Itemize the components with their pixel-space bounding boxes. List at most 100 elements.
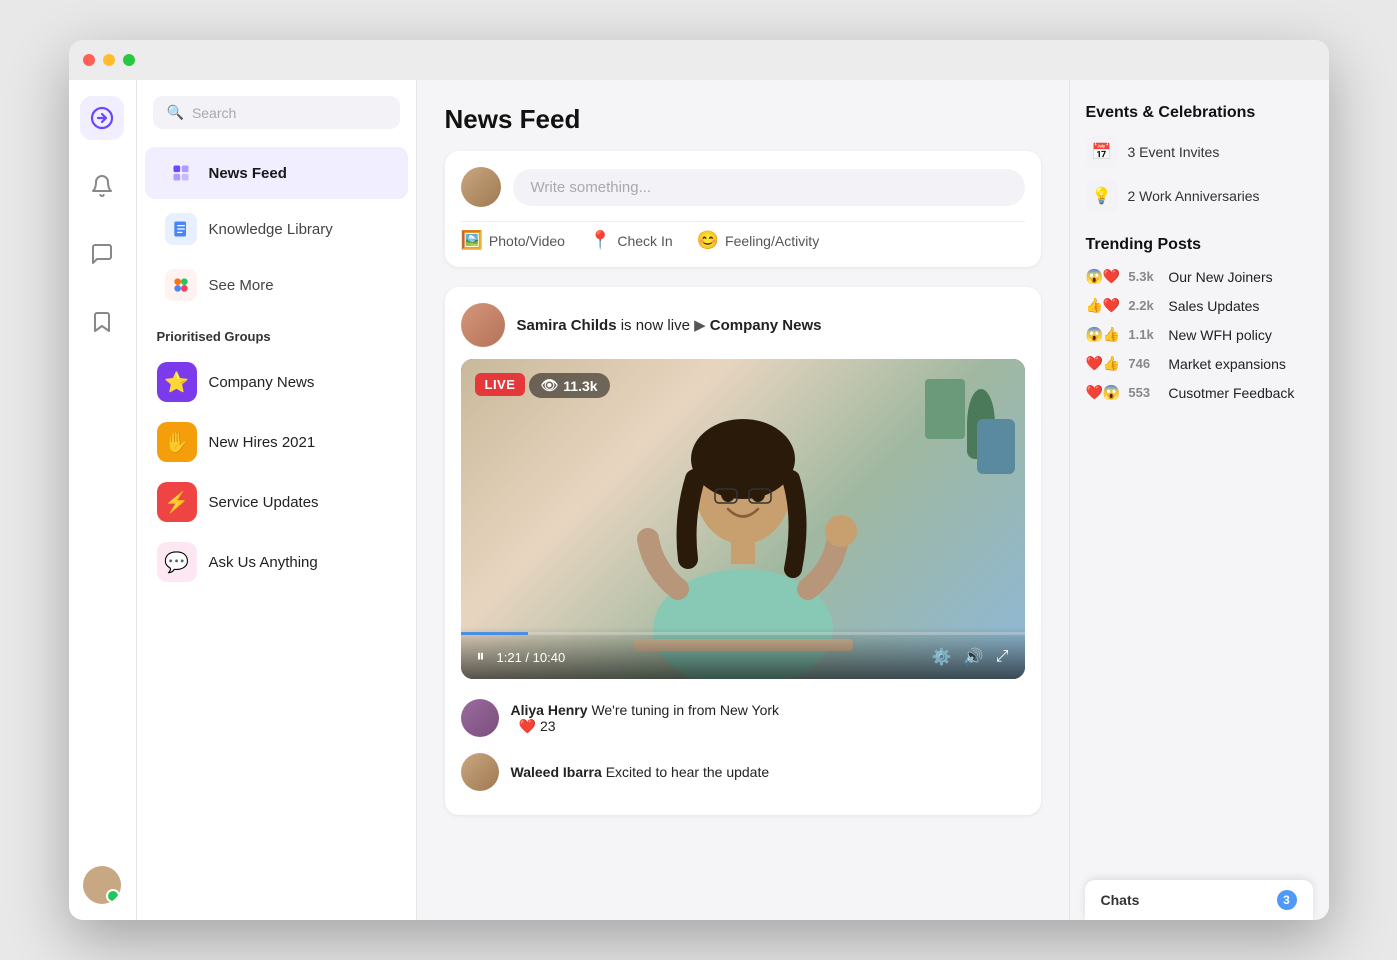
trend-label-2: Sales Updates [1168, 298, 1259, 314]
video-controls: ⏸ 1:21 / 10:40 ⚙️ 🔊 ⤢ [461, 627, 1025, 679]
comment-avatar-aliya [461, 699, 499, 737]
main-content: News Feed Write something... 🖼️ Photo/Vi… [417, 80, 1069, 920]
trending-item-3[interactable]: 😱👍 1.1k New WFH policy [1086, 326, 1313, 343]
groups-section-title: Prioritised Groups [137, 313, 416, 352]
trend-reactions-5: ❤️😱 [1086, 384, 1121, 401]
trending-item-2[interactable]: 👍❤️ 2.2k Sales Updates [1086, 297, 1313, 314]
post-composer: Write something... 🖼️ Photo/Video 📍 Chec… [445, 151, 1041, 267]
knowledge-library-icon [165, 213, 197, 245]
trend-count-1: 5.3k [1128, 269, 1160, 284]
work-anniversaries-label: 2 Work Anniversaries [1128, 188, 1260, 204]
ask-us-icon: 💬 [157, 542, 197, 582]
trend-label-3: New WFH policy [1168, 327, 1271, 343]
post-header: Samira Childs is now live ▶ Company News [461, 303, 1025, 347]
trending-section-title: Trending Posts [1086, 236, 1313, 254]
check-in-action[interactable]: 📍 Check In [589, 230, 673, 251]
see-more-label: See More [209, 277, 274, 294]
feed-area: Write something... 🖼️ Photo/Video 📍 Chec… [417, 151, 1069, 920]
main-header: News Feed [417, 80, 1069, 151]
trending-section: Trending Posts 😱❤️ 5.3k Our New Joiners … [1086, 236, 1313, 401]
news-feed-icon [165, 157, 197, 189]
feeling-action[interactable]: 😊 Feeling/Activity [697, 230, 820, 251]
reaction-count-aliya: ❤️ 23 [519, 718, 780, 735]
trend-reactions-3: 😱👍 [1086, 326, 1121, 343]
knowledge-library-label: Knowledge Library [209, 221, 333, 238]
chats-label: Chats [1101, 892, 1140, 908]
fullscreen-button[interactable]: ⤢ [996, 648, 1009, 666]
trend-count-5: 553 [1128, 385, 1160, 400]
group-item-company-news[interactable]: ⭐ Company News [137, 352, 416, 412]
live-post: Samira Childs is now live ▶ Company News [445, 287, 1041, 815]
maximize-dot[interactable] [123, 54, 135, 66]
search-icon: 🔍 [167, 104, 184, 121]
event-item-invites[interactable]: 📅 3 Event Invites [1086, 136, 1313, 168]
composer-input[interactable]: Write something... [513, 169, 1025, 206]
composer-avatar [461, 167, 501, 207]
sidebar-item-see-more[interactable]: See More [145, 259, 408, 311]
new-hires-label: New Hires 2021 [209, 434, 316, 451]
home-icon[interactable] [80, 96, 124, 140]
feeling-label: Feeling/Activity [725, 233, 819, 249]
photo-video-action[interactable]: 🖼️ Photo/Video [461, 230, 565, 251]
post-author-avatar [461, 303, 505, 347]
event-invites-label: 3 Event Invites [1128, 144, 1220, 160]
trend-label-5: Cusotmer Feedback [1168, 385, 1294, 401]
trending-item-5[interactable]: ❤️😱 553 Cusotmer Feedback [1086, 384, 1313, 401]
chats-bar[interactable]: Chats 3 [1085, 880, 1313, 920]
bell-icon[interactable] [80, 164, 124, 208]
chats-count-badge: 3 [1277, 890, 1297, 910]
live-badge: LIVE [475, 373, 526, 396]
composer-actions: 🖼️ Photo/Video 📍 Check In 😊 Feeling/Acti… [461, 230, 1025, 251]
trend-count-3: 1.1k [1128, 327, 1160, 342]
icon-rail [69, 80, 137, 920]
sidebar-item-news-feed[interactable]: News Feed [145, 147, 408, 199]
volume-button[interactable]: 🔊 [964, 647, 984, 667]
post-arrow: ▶ [694, 317, 706, 334]
search-bar[interactable]: 🔍 Search [153, 96, 400, 129]
user-avatar-rail[interactable] [83, 866, 121, 904]
trend-count-2: 2.2k [1128, 298, 1160, 313]
sidebar-item-knowledge-library[interactable]: Knowledge Library [145, 203, 408, 255]
ask-us-label: Ask Us Anything [209, 554, 318, 571]
trend-reactions-1: 😱❤️ [1086, 268, 1121, 285]
trending-item-1[interactable]: 😱❤️ 5.3k Our New Joiners [1086, 268, 1313, 285]
check-in-icon: 📍 [589, 230, 611, 251]
eye-icon: 👁 [541, 377, 559, 394]
trending-item-4[interactable]: ❤️👍 746 Market expansions [1086, 355, 1313, 372]
company-news-label: Company News [209, 374, 315, 391]
see-more-icon [165, 269, 197, 301]
search-placeholder: Search [192, 105, 236, 121]
check-in-label: Check In [617, 233, 672, 249]
comment-text-waleed: Waleed Ibarra Excited to hear the update [511, 764, 770, 780]
new-hires-icon: ✋ [157, 422, 197, 462]
group-item-new-hires[interactable]: ✋ New Hires 2021 [137, 412, 416, 472]
trend-reactions-2: 👍❤️ [1086, 297, 1121, 314]
right-panel: Events & Celebrations 📅 3 Event Invites … [1069, 80, 1329, 920]
photo-video-label: Photo/Video [489, 233, 565, 249]
viewer-count: 👁 11.3k [529, 373, 610, 398]
commenter-name-aliya: Aliya Henry [511, 702, 588, 718]
commenter-name-waleed: Waleed Ibarra [511, 764, 602, 780]
post-verb: is now live [621, 317, 694, 334]
service-updates-icon: ⚡ [157, 482, 197, 522]
group-item-service-updates[interactable]: ⚡ Service Updates [137, 472, 416, 532]
page-title: News Feed [445, 104, 1041, 135]
event-item-anniversaries[interactable]: 💡 2 Work Anniversaries [1086, 180, 1313, 212]
news-feed-label: News Feed [209, 165, 287, 182]
group-item-ask-us[interactable]: 💬 Ask Us Anything [137, 532, 416, 592]
calendar-icon: 📅 [1086, 136, 1118, 168]
bookmark-icon[interactable] [80, 300, 124, 344]
sidebar: 🔍 Search News Feed [137, 80, 417, 920]
close-dot[interactable] [83, 54, 95, 66]
events-section-title: Events & Celebrations [1086, 104, 1313, 122]
comment-avatar-waleed [461, 753, 499, 791]
settings-button[interactable]: ⚙️ [932, 647, 952, 667]
chat-icon[interactable] [80, 232, 124, 276]
trend-count-4: 746 [1128, 356, 1160, 371]
post-author-info: Samira Childs is now live ▶ Company News [517, 316, 822, 334]
post-group: Company News [710, 317, 822, 334]
feeling-icon: 😊 [697, 230, 719, 251]
trend-label-1: Our New Joiners [1168, 269, 1272, 285]
minimize-dot[interactable] [103, 54, 115, 66]
play-pause-button[interactable]: ⏸ [477, 648, 485, 666]
